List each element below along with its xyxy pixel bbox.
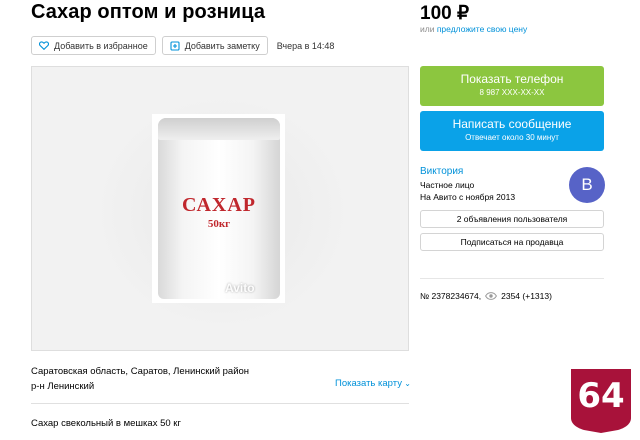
description-text: Сахар свекольный в мешках 50 кг: [31, 418, 181, 429]
show-phone-button[interactable]: Показать телефон 8 987 XXX-XX-XX: [420, 66, 604, 106]
add-note-button[interactable]: Добавить заметку: [161, 36, 268, 55]
heart-icon: [39, 41, 49, 50]
listing-actions: Добавить в избранное Добавить заметку Вч…: [31, 36, 334, 55]
sack-top: [158, 118, 280, 140]
price-offer-note: или предложите свою цену: [420, 24, 527, 34]
show-map-label: Показать карту: [335, 378, 402, 389]
avito-watermark: Avito: [225, 281, 255, 295]
seller-since: На Авито с ноября 2013: [420, 192, 516, 202]
address-line-2: р-н Ленинский: [31, 381, 95, 392]
seller-name-link[interactable]: Виктория: [420, 166, 463, 177]
note-icon: [170, 40, 180, 51]
sack-label-weight: 50кг: [207, 218, 231, 230]
sack-label-word: САХАР: [182, 194, 256, 216]
show-phone-label: Показать телефон: [460, 72, 564, 86]
price: 100 ₽: [420, 3, 470, 24]
price-offer-prefix: или: [420, 24, 437, 34]
region-badge: 64: [570, 368, 632, 434]
photo-gallery[interactable]: САХАР 50кг Avito: [31, 66, 409, 351]
masked-phone: 8 987 XXX-XX-XX: [479, 88, 545, 97]
add-to-favorites-label: Добавить в избранное: [54, 40, 148, 51]
address-line-1: Саратовская область, Саратов, Ленинский …: [31, 366, 250, 377]
page-title: Сахар оптом и розница: [31, 1, 266, 23]
ad-number: № 2378234674,: [420, 291, 482, 301]
suggest-price-link[interactable]: предложите свою цену: [437, 24, 527, 34]
address-block: Саратовская область, Саратов, Ленинский …: [31, 364, 249, 394]
avatar[interactable]: В: [569, 167, 605, 203]
view-count: 2354 (+1313): [501, 291, 552, 301]
region-badge-number: 64: [577, 376, 625, 416]
product-photo[interactable]: САХАР 50кг Avito: [152, 114, 285, 303]
divider: [31, 403, 409, 404]
write-message-label: Написать сообщение: [452, 117, 572, 131]
ad-meta: № 2378234674, 2354 (+1313): [420, 291, 552, 301]
response-time: Отвечает около 30 минут: [465, 133, 559, 142]
show-map-link[interactable]: Показать карту ⌄: [335, 378, 411, 389]
chevron-down-icon: ⌄: [401, 379, 411, 388]
updated-timestamp: Вчера в 14:48: [276, 40, 335, 51]
write-message-button[interactable]: Написать сообщение Отвечает около 30 мин…: [420, 111, 604, 151]
seller-type: Частное лицо: [420, 180, 475, 190]
sugar-sack-image: САХАР 50кг: [158, 118, 280, 299]
divider: [420, 278, 604, 279]
subscribe-seller-button[interactable]: Подписаться на продавца: [420, 233, 604, 251]
user-ads-button[interactable]: 2 объявления пользователя: [420, 210, 604, 228]
add-to-favorites-button[interactable]: Добавить в избранное: [31, 36, 156, 55]
eye-icon: [485, 292, 498, 300]
add-note-label: Добавить заметку: [184, 40, 260, 51]
